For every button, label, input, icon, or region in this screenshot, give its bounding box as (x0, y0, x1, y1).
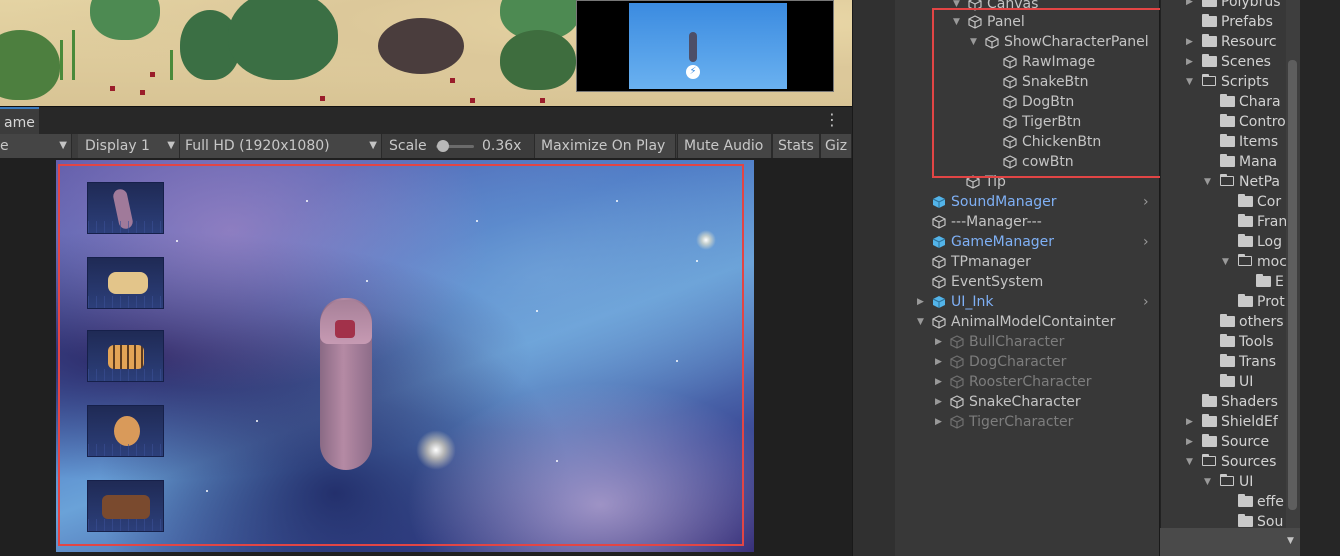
folder-icon (1220, 374, 1235, 387)
project-folder-tools[interactable]: Tools (0, 332, 1286, 352)
folder-icon (1202, 394, 1217, 407)
project-item-label: Mana (1239, 154, 1278, 170)
folder-icon (1238, 214, 1253, 227)
expand-arrow-icon[interactable]: ▶ (1186, 32, 1193, 52)
project-folder-shaders[interactable]: Shaders (0, 392, 1286, 412)
folder-icon (1238, 514, 1253, 527)
project-folder-ui[interactable]: UI (0, 372, 1286, 392)
expand-arrow-icon[interactable]: ▶ (1186, 52, 1193, 72)
project-item-label: Chara (1239, 94, 1281, 110)
folder-icon (1202, 434, 1217, 447)
collapse-arrow-icon[interactable]: ▼ (1204, 172, 1211, 192)
expand-arrow-icon[interactable]: ▶ (1186, 432, 1193, 452)
project-folder-e[interactable]: E (0, 272, 1286, 292)
project-item-label: Sources (1221, 454, 1277, 470)
project-folder-fran[interactable]: Fran (0, 212, 1288, 232)
project-item-label: Shaders (1221, 394, 1278, 410)
project-item-label: Source (1221, 434, 1270, 450)
project-folder-sound[interactable]: Sou (0, 512, 1286, 532)
project-item-label: Fran (1257, 214, 1288, 230)
project-item-label: ShieldEf (1221, 414, 1278, 430)
folder-icon (1202, 14, 1217, 27)
project-folder-effect[interactable]: effe (0, 492, 1286, 512)
collapse-arrow-icon[interactable]: ▼ (1186, 72, 1193, 92)
folder-icon (1202, 414, 1217, 427)
expand-arrow-icon[interactable]: ▶ (1186, 412, 1193, 432)
folder-icon (1220, 314, 1235, 327)
collapse-arrow-icon[interactable]: ▼ (1204, 472, 1211, 492)
project-item-label: others (1239, 314, 1284, 330)
project-folder-items[interactable]: Items (0, 132, 1286, 152)
collapse-arrow-icon[interactable]: ▼ (1186, 452, 1193, 472)
scroll-down-icon[interactable]: ▼ (1287, 536, 1294, 546)
project-item-label: effe (1257, 494, 1284, 510)
project-folder-resources[interactable]: ▶ Resourc (0, 32, 1286, 52)
folder-open-icon (1201, 73, 1216, 86)
project-item-label: Tools (1239, 334, 1274, 350)
project-folder-sprites[interactable]: Spr (0, 532, 1286, 552)
folder-icon (1220, 354, 1235, 367)
project-folder-polybrush[interactable]: ▶ Polybrus (0, 0, 1286, 12)
project-item-label: Items (1239, 134, 1279, 150)
folder-icon (1220, 94, 1235, 107)
folder-open-icon (1219, 473, 1234, 486)
project-folder-others[interactable]: others (0, 312, 1286, 332)
folder-icon (1238, 234, 1253, 247)
project-folder-prot[interactable]: Prot (0, 292, 1286, 312)
folder-icon (1238, 494, 1253, 507)
project-right-edge (1300, 0, 1340, 556)
project-item-label: NetPa (1239, 174, 1280, 190)
project-scrollbar-thumb[interactable] (1288, 60, 1297, 510)
folder-icon (1202, 0, 1217, 7)
project-item-label: Cor (1257, 194, 1282, 210)
project-item-label: Prefabs (1221, 14, 1273, 30)
folder-icon (1202, 54, 1217, 67)
project-item-label: Trans (1239, 354, 1276, 370)
folder-open-icon (1201, 453, 1216, 466)
project-item-label: UI (1239, 474, 1254, 490)
project-item-label: Log (1257, 234, 1283, 250)
folder-icon (1256, 274, 1271, 287)
project-folder-cor[interactable]: Cor (0, 192, 1286, 212)
project-folder-netpanel[interactable]: ▼ NetPa (0, 172, 1286, 192)
folder-icon (1238, 294, 1253, 307)
project-folder-shieldeffect[interactable]: ▶ ShieldEf (0, 412, 1286, 432)
folder-icon (1238, 194, 1253, 207)
project-item-label: Scripts (1221, 74, 1269, 90)
folder-icon (1220, 114, 1235, 127)
project-item-label: UI (1239, 374, 1254, 390)
project-folder-scripts[interactable]: ▼ Scripts (0, 72, 1286, 92)
project-footer (1160, 528, 1300, 556)
project-folder-moc[interactable]: ▼ moc (0, 252, 1287, 272)
project-folder-prefabs[interactable]: Prefabs (0, 12, 1286, 32)
project-item-label: moc (1257, 254, 1287, 270)
folder-icon (1202, 34, 1217, 47)
folder-icon (1220, 134, 1235, 147)
project-folder-scenes[interactable]: ▶ Scenes (0, 52, 1286, 72)
project-folder-controller[interactable]: Contro (0, 112, 1286, 132)
project-item-label: Scenes (1221, 54, 1271, 70)
folder-icon (1220, 334, 1235, 347)
project-folder-sources[interactable]: ▼ Sources (0, 452, 1286, 472)
folder-icon (1220, 154, 1235, 167)
expand-arrow-icon[interactable]: ▶ (1186, 0, 1193, 12)
project-folder-trans[interactable]: Trans (0, 352, 1286, 372)
project-folder-sources-ui[interactable]: ▼ UI (0, 472, 1286, 492)
project-folder-log[interactable]: Log (0, 232, 1286, 252)
project-item-label: Contro (1239, 114, 1286, 130)
folder-open-icon (1219, 173, 1234, 186)
project-item-label: Prot (1257, 294, 1285, 310)
collapse-arrow-icon[interactable]: ▼ (1222, 252, 1229, 272)
project-item-label: Resourc (1221, 34, 1277, 50)
project-folder-character[interactable]: Chara (0, 92, 1286, 112)
project-folder-manager[interactable]: Mana (0, 152, 1286, 172)
project-folder-source[interactable]: ▶ Source (0, 432, 1286, 452)
folder-open-icon (1237, 253, 1252, 266)
project-item-label: E (1275, 274, 1284, 290)
project-item-label: Polybrus (1221, 0, 1281, 10)
